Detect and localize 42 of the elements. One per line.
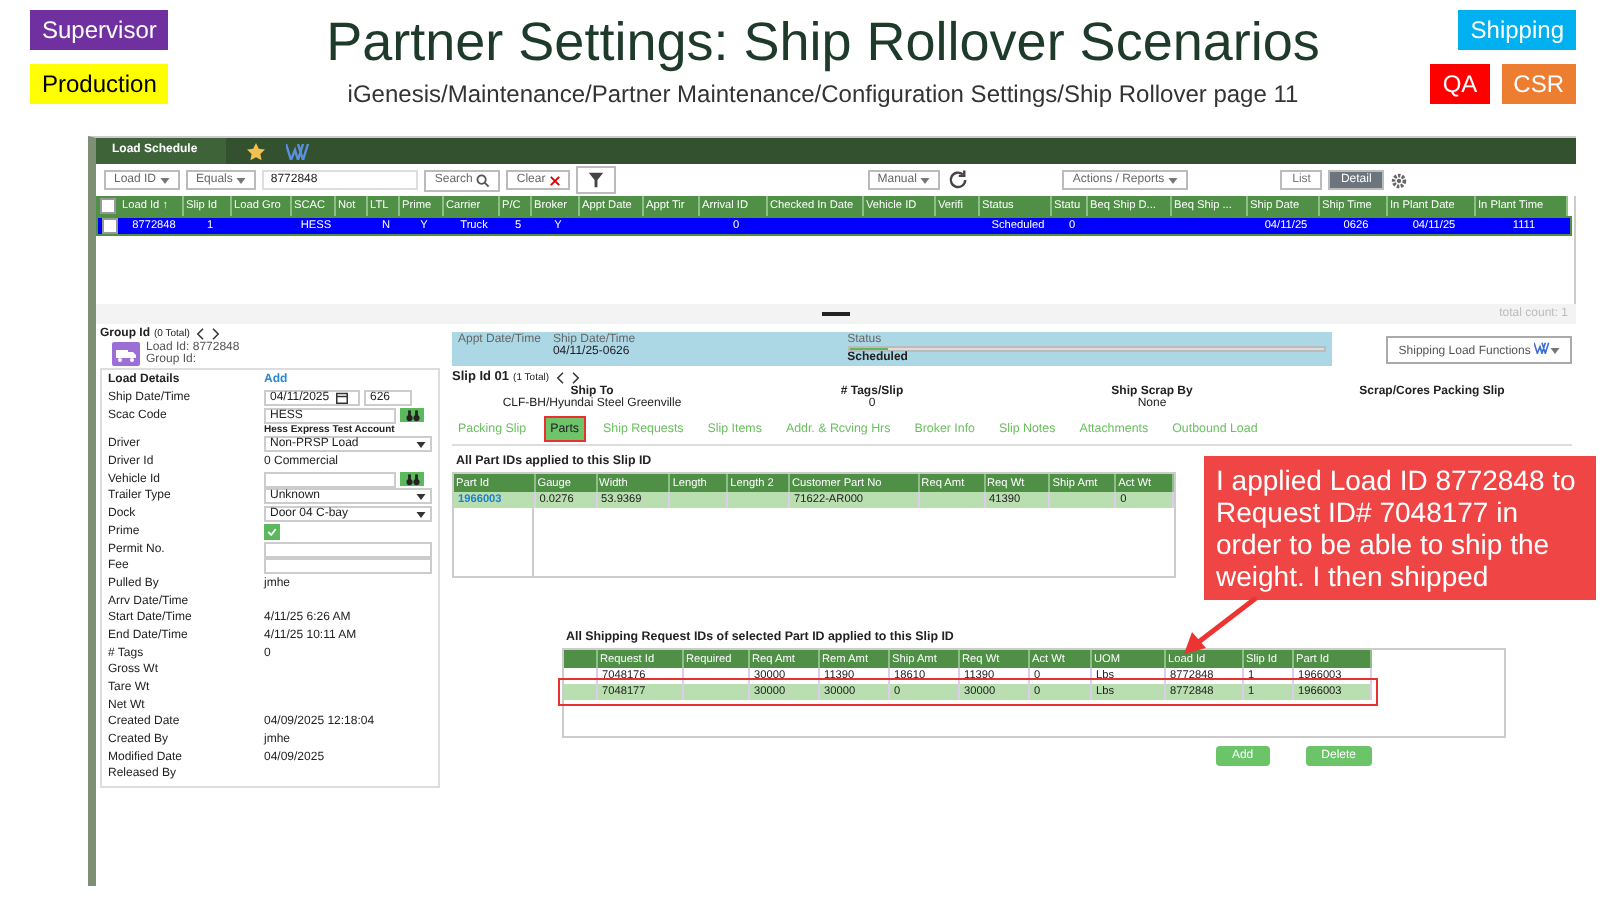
- callout-arrow: [1180, 596, 1260, 656]
- caret-icon: [416, 511, 426, 518]
- w-logo-icon[interactable]: [285, 143, 310, 159]
- caret-icon: [416, 493, 426, 500]
- caret-icon: [236, 177, 247, 183]
- binoculars-icon: [405, 409, 419, 422]
- department-badge: Shipping: [1458, 10, 1576, 50]
- binoculars-button[interactable]: [400, 472, 424, 487]
- calendar-icon: [335, 392, 348, 405]
- next-icon[interactable]: [571, 371, 580, 383]
- caret-icon: [160, 177, 171, 183]
- role-badge: Production: [30, 64, 169, 104]
- lookup-field[interactable]: [264, 471, 396, 488]
- caret-icon: [920, 177, 931, 183]
- binoculars-button[interactable]: [400, 408, 424, 423]
- slide-title: Partner Settings: Ship Rollover Scenarios: [324, 12, 1322, 74]
- binoculars-icon: [405, 473, 419, 486]
- breadcrumb-path: iGenesis/Maintenance/Partner Maintenance/Configuration Settings/Ship Rollover page 11: [345, 80, 1301, 108]
- star-icon[interactable]: [245, 141, 266, 161]
- settings-icon[interactable]: [1389, 171, 1408, 189]
- caret-icon: [416, 441, 426, 448]
- search-icon: [476, 173, 491, 187]
- input-field[interactable]: [264, 541, 432, 558]
- callout-note: I applied Load ID 8772848 to Request ID# 7048177 in order to be able to ship the weight. I then shipped: [1204, 456, 1596, 600]
- refresh-icon[interactable]: [946, 168, 971, 192]
- previous-icon[interactable]: [555, 371, 564, 383]
- role-badge: Supervisor: [30, 10, 169, 50]
- next-icon[interactable]: [211, 328, 220, 340]
- row-checkbox[interactable]: [102, 218, 118, 234]
- caret-icon: [1168, 177, 1179, 183]
- department-badge: QA: [1430, 64, 1490, 104]
- previous-icon[interactable]: [195, 328, 204, 340]
- splitter-handle[interactable]: [822, 312, 850, 316]
- department-badge: CSR: [1501, 64, 1576, 104]
- w-logo-icon: [1534, 342, 1550, 354]
- truck-icon: [112, 342, 140, 366]
- close-icon: [549, 175, 560, 185]
- input-field[interactable]: [264, 558, 432, 575]
- checkbox[interactable]: [264, 523, 280, 540]
- filter-icon[interactable]: [575, 166, 616, 194]
- caret-icon: [1550, 348, 1560, 354]
- select-all-checkbox[interactable]: [100, 198, 116, 214]
